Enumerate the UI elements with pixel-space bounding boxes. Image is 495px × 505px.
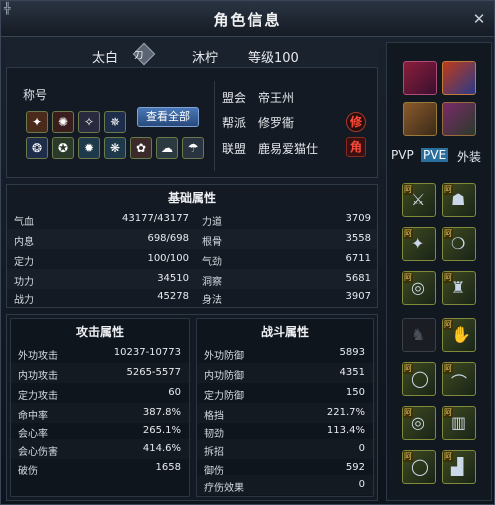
window-title: 角色信息 [213, 11, 282, 29]
shadow-icon: ♞ [411, 325, 426, 344]
glove-icon: ✋ [451, 325, 471, 344]
base-attributes-title: 基础属性 [167, 191, 216, 205]
stat-row: 命中率 387.8% [11, 403, 189, 423]
pants-icon: ▥ [451, 413, 467, 432]
server-name: 沐柠 [192, 51, 219, 66]
ring-icon: ◎ [411, 278, 425, 297]
equip-slot[interactable]: 阿 ◎ [402, 406, 436, 440]
stat-row: 会心率 265.1% [18, 425, 181, 440]
armor-icon: ♜ [451, 278, 466, 297]
weapon-icon: ✦ [411, 234, 425, 253]
alliance-value: 帝王州 [258, 91, 295, 105]
boots-icon: ▟ [451, 457, 464, 476]
title-icon[interactable]: ❂ [26, 137, 48, 159]
book-slot-icon[interactable] [403, 61, 437, 95]
equip-slot[interactable]: 阿 ☗ [442, 183, 476, 217]
weapon-icon: ⚔ [411, 190, 426, 209]
stat-row: 会心伤害 414.6% [11, 439, 189, 459]
title-icon[interactable]: ☁ [156, 137, 178, 159]
title-icon[interactable]: ✦ [26, 111, 48, 133]
attack-attributes-panel: 攻击属性 外功攻击 10237-10773 内功攻击 5265-5577 定力攻击 6… [10, 318, 190, 497]
sect-badge-icon: 刀 [132, 42, 156, 66]
belt-icon: ⌒ [451, 373, 468, 392]
battle-attributes-panel: 战斗属性 外功防御 5893 内功防御 4351 定力防御 150 格挡 221.7% … [196, 318, 374, 497]
title-icon[interactable]: ❋ [104, 137, 126, 159]
empty-slot[interactable]: ♞ [402, 318, 436, 352]
title-icon[interactable]: ✹ [78, 137, 100, 159]
equip-slot[interactable]: 阿 ❍ [442, 227, 476, 261]
character-name: 太白 [92, 51, 119, 66]
stat-row: 格挡 221.7% [197, 403, 373, 423]
tab-pvp[interactable]: PVP [391, 148, 414, 162]
equip-slot[interactable]: 阿 ⚔ [402, 183, 436, 217]
stat-row: 外功防御 5893 [204, 347, 365, 362]
titles-label: 称号 [23, 88, 48, 102]
bracelet-icon: ◯ [411, 369, 429, 388]
stat-row: 功力 34510 洞察 5681 [7, 269, 377, 289]
bracelet-icon: ◯ [411, 457, 429, 476]
stat-row: 内息 698/698 根骨 3558 [7, 229, 377, 249]
equip-slot[interactable]: 阿 ▥ [442, 406, 476, 440]
stat-row: 内功攻击 5265-5577 [11, 363, 189, 383]
faction-label: 帮派 [222, 116, 247, 130]
equip-slot[interactable]: 阿 ♜ [442, 271, 476, 305]
stat-row: 拆招 0 [197, 439, 373, 459]
tab-outfit[interactable]: 外装 [457, 148, 481, 165]
view-all-titles-button[interactable]: 查看全部 [137, 107, 199, 127]
book-slot-icon[interactable] [442, 61, 476, 95]
equip-slot[interactable]: 阿 ✋ [442, 318, 476, 352]
tab-pve[interactable]: PVE [421, 148, 449, 162]
title-bar[interactable]: ╬ 角色信息 ✕ [1, 1, 494, 37]
equip-slot[interactable]: 阿 ◎ [402, 271, 436, 305]
league-value: 鹿易爱猫仕 [258, 142, 319, 156]
stat-row: 韧劲 113.4% [204, 425, 365, 440]
stat-row: 气血 43177/43177 力道 3709 [14, 213, 371, 228]
faction-value: 修罗衞 [258, 116, 295, 130]
league-label: 联盟 [222, 142, 247, 156]
faction-badge-icon: 修 [346, 112, 366, 132]
equip-slot[interactable]: 阿 ▟ [442, 450, 476, 484]
title-icon[interactable]: ✧ [78, 111, 100, 133]
stat-row: 定力攻击 60 [18, 387, 181, 402]
base-attributes-panel: 基础属性 气血 43177/43177 力道 3709 内息 698/698 根骨 35… [6, 184, 378, 308]
league-badge-icon: 角 [346, 137, 366, 157]
stat-row: 疗伤效果 0 [197, 475, 373, 495]
stat-row: 内功防御 4351 [197, 363, 373, 383]
stat-row: 外功攻击 10237-10773 [18, 347, 181, 362]
title-icon[interactable]: ✺ [52, 111, 74, 133]
stat-row: 定力防御 150 [204, 387, 365, 402]
ring-icon: ◎ [411, 413, 425, 432]
book-slot-icon[interactable] [403, 102, 437, 136]
stat-row: 定力 100/100 气劲 6711 [14, 253, 371, 268]
title-icon[interactable]: ✵ [104, 111, 126, 133]
title-icon[interactable]: ☂ [182, 137, 204, 159]
character-level: 等级100 [248, 51, 299, 66]
equip-slot[interactable]: 阿 ✦ [402, 227, 436, 261]
close-icon[interactable]: ✕ [470, 10, 488, 28]
identity-row: 太白 刀 沐柠 等级100 [6, 42, 378, 68]
necklace-icon: ❍ [451, 234, 466, 253]
character-info-window: ╬ 角色信息 ✕ 太白 刀 沐柠 等级100 称号 ✦ ✺ ✧ ✵ ❂ ✪ ✹ … [0, 0, 495, 505]
battle-attributes-title: 战斗属性 [260, 325, 309, 339]
stat-row: 破伤 1658 [18, 462, 181, 477]
alliance-label: 盟会 [222, 91, 247, 105]
title-icon[interactable]: ✿ [130, 137, 152, 159]
equip-slot[interactable]: 阿 ⌒ [442, 362, 476, 396]
book-slot-icon[interactable] [442, 102, 476, 136]
equip-slot[interactable]: 阿 ◯ [402, 450, 436, 484]
helmet-icon: ☗ [451, 190, 466, 209]
divider [214, 81, 215, 171]
stat-row: 战力 45278 身法 3907 [14, 291, 371, 306]
attack-attributes-title: 攻击属性 [75, 325, 124, 339]
equip-slot[interactable]: 阿 ◯ [402, 362, 436, 396]
title-icon[interactable]: ✪ [52, 137, 74, 159]
